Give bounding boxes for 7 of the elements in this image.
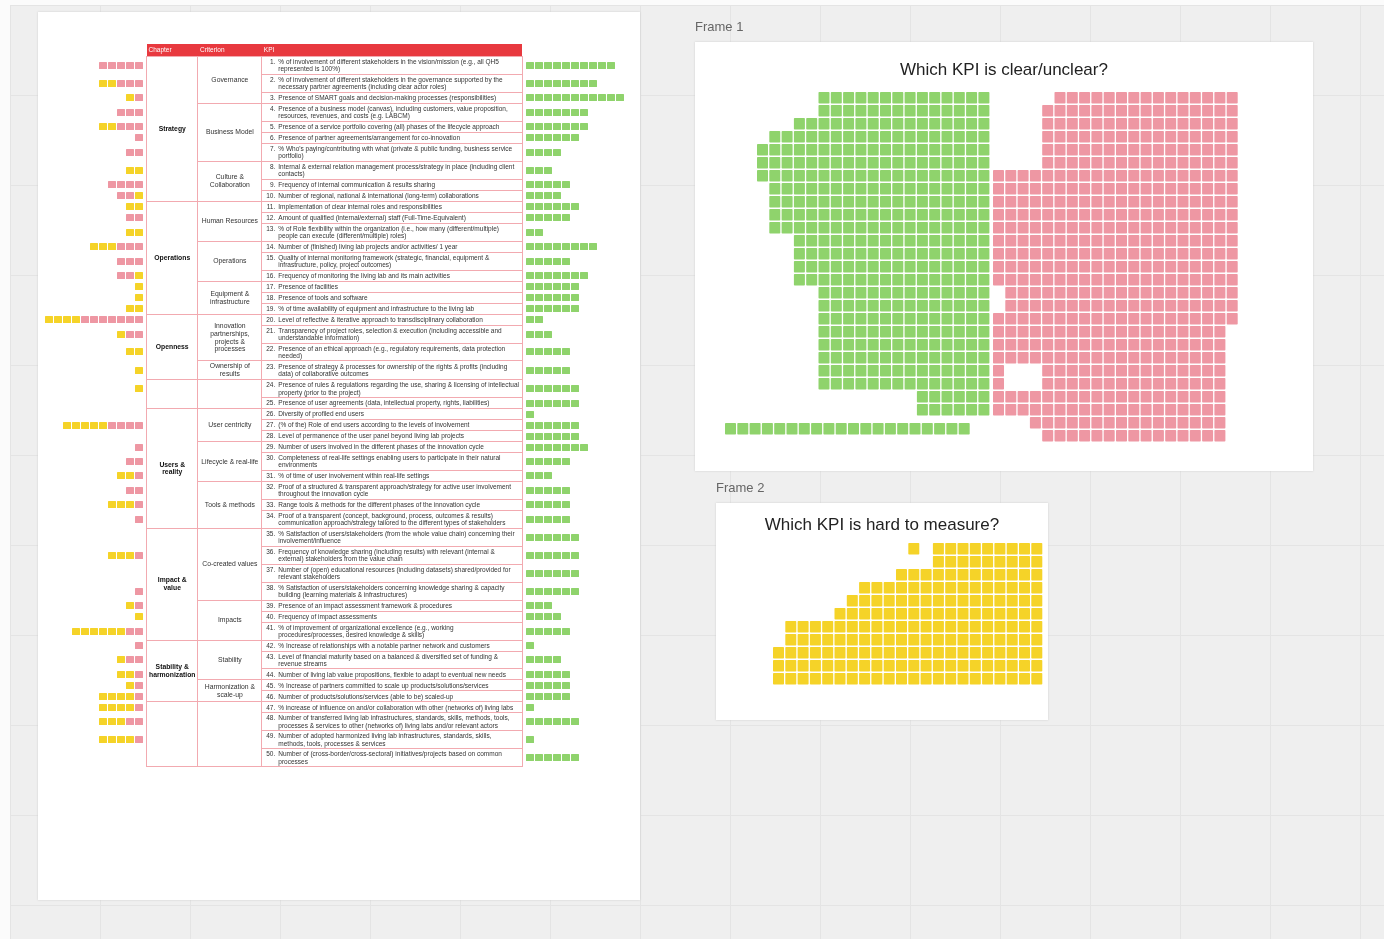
frame-label[interactable]: Frame 2 xyxy=(716,480,765,495)
frame-question: Which KPI is hard to measure? xyxy=(764,515,1000,534)
sticky-note xyxy=(525,736,534,744)
sticky-note xyxy=(135,385,143,393)
frame-label[interactable]: Frame 1 xyxy=(695,19,744,34)
sticky-note xyxy=(135,366,143,374)
frame-question: Which KPI is clear/unclear? xyxy=(900,60,1108,79)
